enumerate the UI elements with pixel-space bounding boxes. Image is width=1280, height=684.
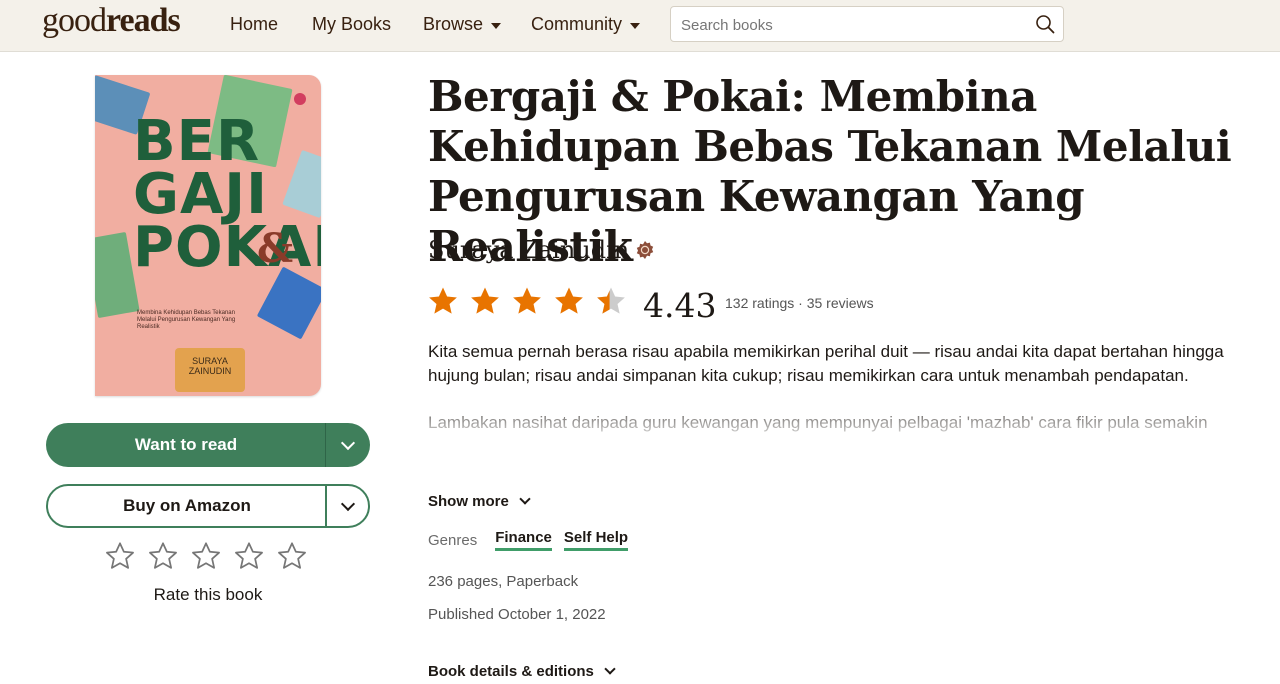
star-partial-icon [597,287,625,314]
chevron-down-icon [340,496,355,512]
cover-ampersand: & [257,225,294,272]
buy-options-dropdown[interactable] [327,486,368,526]
search-box [670,6,1064,42]
want-to-read-dropdown[interactable] [326,423,370,467]
star-filled-icon [471,287,499,314]
top-navigation-bar: goodreads Home My Books Browse Community [0,0,1280,52]
publication-date: Published October 1, 2022 [428,606,606,623]
search-input[interactable] [679,13,1023,37]
book-details-editions-button[interactable]: Book details & editions [428,663,616,680]
search-icon[interactable] [1035,14,1055,34]
rate-star-1-icon[interactable] [104,540,136,572]
publisher-logo [294,93,306,105]
buy-on-amazon-button[interactable]: Buy on Amazon [46,484,370,528]
chevron-down-icon [340,435,356,451]
cover-subtitle: Membina Kehidupan Bebas Tekanan Melalui … [137,310,236,330]
want-to-read-label: Want to read [134,435,238,454]
genres-label: Genres [428,531,478,549]
show-more-button[interactable]: Show more [428,493,531,510]
ratings-and-reviews-count[interactable]: 132 ratings · 35 reviews [725,295,874,311]
book-description: Kita semua pernah berasa risau apabila m… [428,340,1228,460]
author-link[interactable]: Suraya Zainudin [428,236,655,264]
star-filled-icon [513,287,541,314]
chevron-down-icon [630,22,641,29]
buy-on-amazon-label: Buy on Amazon [123,496,251,515]
page-count-format: 236 pages, Paperback [428,573,579,590]
goodreads-logo[interactable]: goodreads [42,2,181,40]
rate-star-3-icon[interactable] [190,540,222,572]
chevron-down-icon [604,663,616,675]
average-rating-value: 4.43 [643,286,717,325]
star-filled-icon [555,287,583,314]
genre-tag-self-help[interactable]: Self Help [563,529,629,551]
goodreads-author-badge-icon [637,241,654,259]
cover-author: SURAYA ZAINUDIN [175,348,245,392]
rate-this-book-label: Rate this book [153,585,263,604]
want-to-read-button[interactable]: Want to read [46,423,370,467]
nav-home[interactable]: Home [230,14,278,35]
rate-this-book-stars [104,540,308,576]
star-filled-icon [429,287,457,314]
nav-browse[interactable]: Browse [423,14,502,35]
genre-tag-finance[interactable]: Finance [495,529,552,551]
chevron-down-icon [491,22,502,29]
rate-star-4-icon[interactable] [233,540,265,572]
chevron-down-icon [519,493,531,505]
author-name: Suraya Zainudin [428,236,630,264]
description-paragraph: Kita semua pernah berasa risau apabila m… [428,342,1224,385]
nav-community[interactable]: Community [531,14,641,35]
nav-my-books[interactable]: My Books [312,14,391,35]
description-paragraph-truncated: Lambakan nasihat daripada guru kewangan … [428,411,1228,437]
book-cover[interactable]: BER GAJI POKAI & Membina Kehidupan Bebas… [95,75,321,396]
average-rating-stars [426,284,628,318]
genres-list: Genres Finance Self Help [428,529,629,551]
rate-star-2-icon[interactable] [147,540,179,572]
rate-star-5-icon[interactable] [276,540,308,572]
